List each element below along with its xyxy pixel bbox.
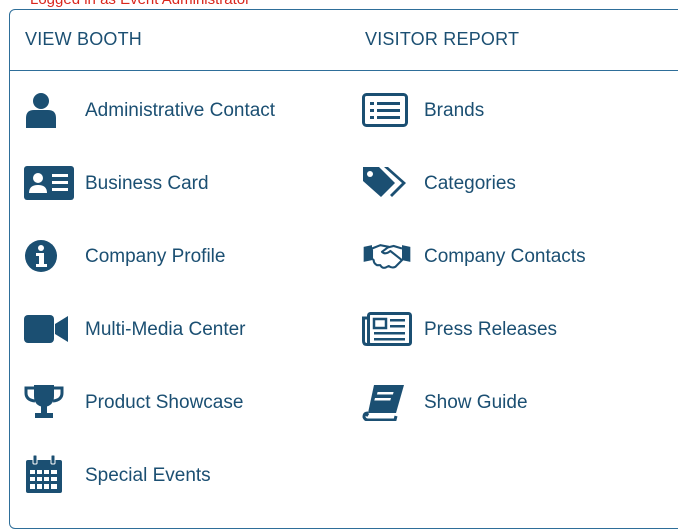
menu-item-business-card[interactable]: Business Card xyxy=(24,163,344,207)
trophy-icon xyxy=(24,382,74,422)
logged-in-note: Logged in as Event Administrator xyxy=(30,0,250,8)
menu-item-company-profile[interactable]: Company Profile xyxy=(24,236,344,280)
menu-item-press-releases[interactable]: Press Releases xyxy=(362,309,672,353)
booth-menu-panel: VIEW BOOTH VISITOR REPORT Administrative… xyxy=(9,9,678,529)
menu-item-company-contacts[interactable]: Company Contacts xyxy=(362,236,672,280)
menu-item-special-events[interactable]: Special Events xyxy=(24,455,344,499)
menu-item-label: Special Events xyxy=(85,465,211,486)
menu-item-label: Multi-Media Center xyxy=(85,319,246,340)
menu-item-label: Product Showcase xyxy=(85,392,244,413)
menu-item-categories[interactable]: Categories xyxy=(362,163,672,207)
menu-item-brands[interactable]: Brands xyxy=(362,90,672,134)
list-alt-icon xyxy=(362,90,412,130)
visitor-report-heading: VISITOR REPORT xyxy=(365,29,520,49)
menu-item-label: Company Contacts xyxy=(424,246,586,267)
menu-item-label: Press Releases xyxy=(424,319,558,340)
menu-item-multi-media-center[interactable]: Multi-Media Center xyxy=(24,309,344,353)
book-icon xyxy=(362,382,412,422)
panel-header: VIEW BOOTH VISITOR REPORT xyxy=(10,10,678,71)
menu-item-label: Categories xyxy=(424,173,516,194)
menu-item-show-guide[interactable]: Show Guide xyxy=(362,382,672,426)
newspaper-icon xyxy=(362,309,412,349)
view-booth-heading: VIEW BOOTH xyxy=(25,29,143,49)
user-icon xyxy=(24,90,74,130)
menu-item-label: Company Profile xyxy=(85,246,226,267)
menu-item-label: Brands xyxy=(424,100,485,121)
menu-item-label: Business Card xyxy=(85,173,209,194)
menu-item-label: Show Guide xyxy=(424,392,528,413)
info-icon xyxy=(24,236,74,276)
menu-item-label: Administrative Contact xyxy=(85,100,276,121)
menu-item-product-showcase[interactable]: Product Showcase xyxy=(24,382,344,426)
tags-icon xyxy=(362,163,412,203)
menu-item-administrative-contact[interactable]: Administrative Contact xyxy=(24,90,344,134)
video-camera-icon xyxy=(24,309,74,349)
handshake-icon xyxy=(362,236,412,276)
id-card-icon xyxy=(24,163,74,203)
calendar-icon xyxy=(24,455,74,495)
